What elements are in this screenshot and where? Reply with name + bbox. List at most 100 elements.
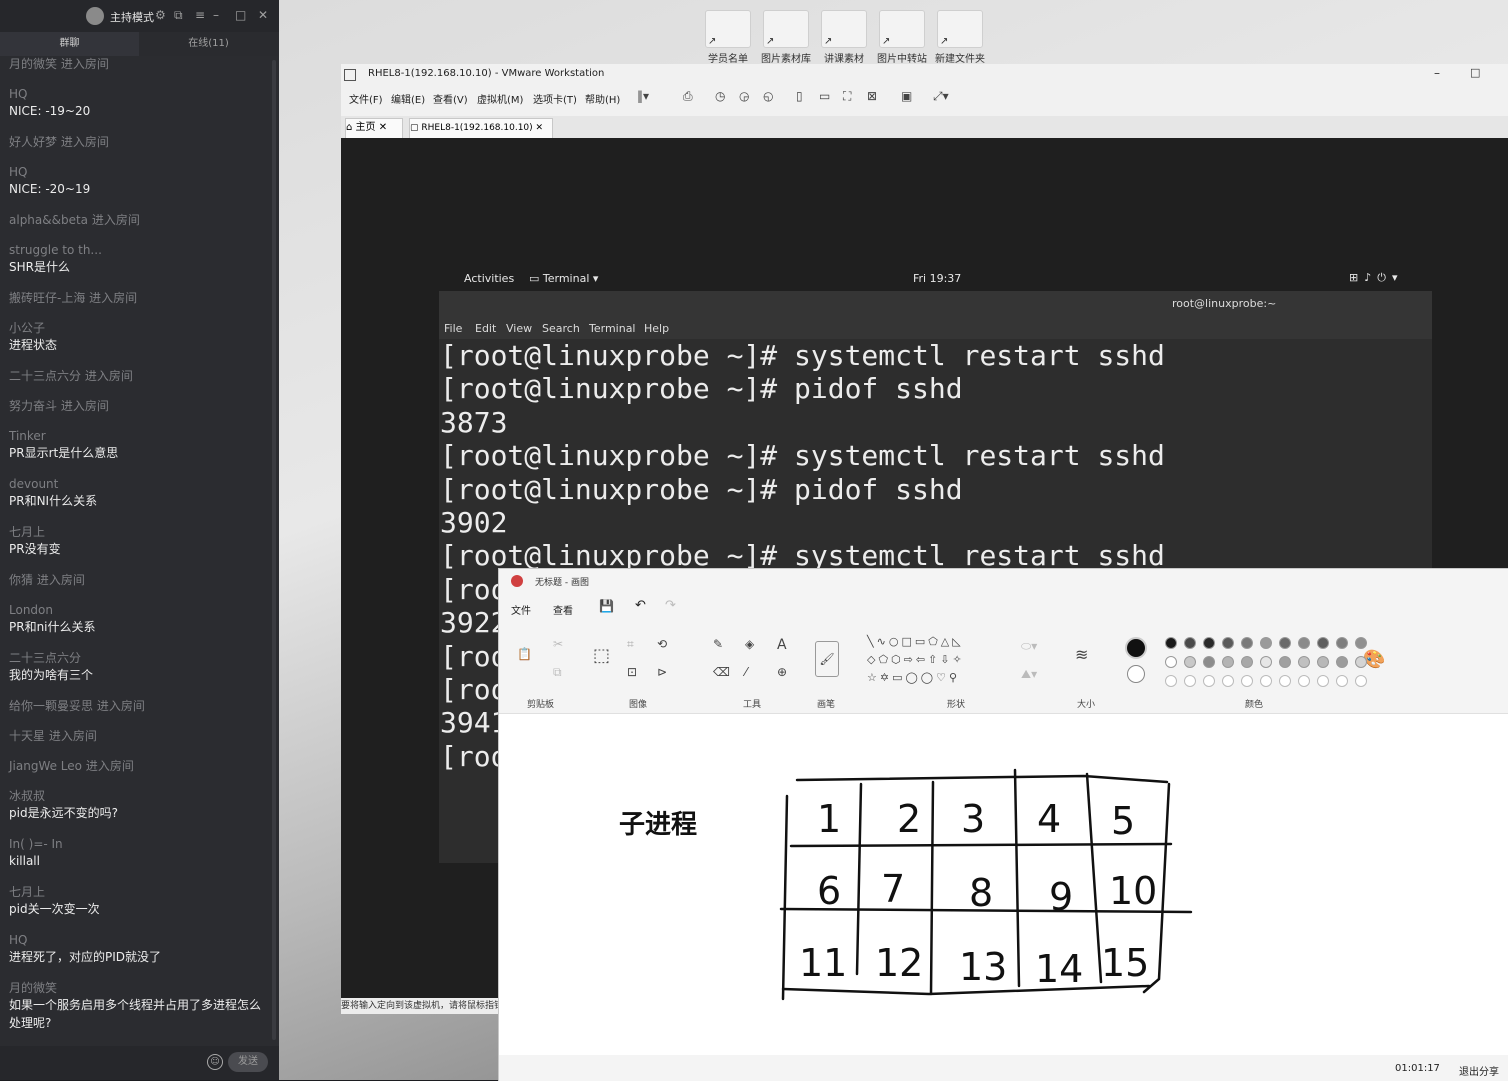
settings-icon[interactable]: ⚙ xyxy=(155,8,166,22)
pencil-icon[interactable]: ✎ xyxy=(713,637,723,651)
exit-share-button[interactable]: 退出分享 xyxy=(1459,1063,1499,1078)
color-swatch[interactable] xyxy=(1184,656,1196,668)
color-swatch[interactable] xyxy=(1203,656,1215,668)
tab-home[interactable]: ⌂ 主页 ✕ xyxy=(345,118,403,140)
close-icon[interactable]: ✕ xyxy=(533,123,544,133)
color-swatch[interactable] xyxy=(1222,656,1234,668)
chat-username[interactable]: 冰叔叔 xyxy=(9,788,264,804)
color-swatch[interactable] xyxy=(1165,675,1177,687)
shapes-row-1[interactable]: ╲∿○□▭⬠△◺ xyxy=(867,635,964,648)
thumbnail-icon[interactable]: ▭ xyxy=(819,89,830,103)
menu-file[interactable]: 文件(F) xyxy=(349,91,383,106)
color-swatch[interactable] xyxy=(1355,675,1367,687)
menu-help[interactable]: 帮助(H) xyxy=(585,91,620,106)
terminal-menu-file[interactable]: File xyxy=(444,322,462,335)
color-swatch[interactable] xyxy=(1336,637,1348,649)
paste-icon[interactable]: 📋 xyxy=(517,647,532,661)
color-swatch[interactable] xyxy=(1184,637,1196,649)
resize-icon[interactable]: ⊡ xyxy=(627,665,637,679)
text-icon[interactable]: A xyxy=(777,637,787,653)
color-swatch[interactable] xyxy=(1336,656,1348,668)
maximize-icon[interactable]: □ xyxy=(1470,66,1480,79)
desktop-icon[interactable]: 图片素材库 xyxy=(758,10,814,65)
minimize-icon[interactable]: – xyxy=(213,8,219,22)
save-icon[interactable]: 💾 xyxy=(599,599,614,613)
color-swatch[interactable] xyxy=(1165,656,1177,668)
unity-icon[interactable]: ⊠ xyxy=(867,89,877,103)
paint-menu-file[interactable]: 文件 xyxy=(511,602,531,617)
secondary-color[interactable] xyxy=(1127,665,1145,683)
menu-edit[interactable]: 编辑(E) xyxy=(391,91,425,106)
chat-username[interactable]: 七月上 xyxy=(9,884,264,900)
color-swatch[interactable] xyxy=(1317,675,1329,687)
chat-username[interactable]: In( )=- In xyxy=(9,836,264,852)
tab-group-chat[interactable]: 群聊 xyxy=(0,32,139,56)
color-swatch[interactable] xyxy=(1317,656,1329,668)
send-keys-icon[interactable]: ⎙ xyxy=(683,89,693,104)
color-swatch[interactable] xyxy=(1260,675,1272,687)
eraser-icon[interactable]: ⌫ xyxy=(713,665,730,679)
paint-menu-view[interactable]: 查看 xyxy=(553,602,573,617)
snapshot-manager-icon[interactable]: ◵ xyxy=(763,89,773,103)
undo-icon[interactable]: ↶ xyxy=(635,598,646,613)
send-button[interactable]: 发送 xyxy=(228,1052,268,1072)
color-swatch[interactable] xyxy=(1241,675,1253,687)
fill-shape-icon[interactable]: ⛰▾ xyxy=(1021,667,1037,682)
shapes-row-2[interactable]: ◇⬠⬡⇨⇦⇧⇩✧ xyxy=(867,653,965,666)
menu-icon[interactable]: ≡ xyxy=(195,8,205,22)
copy-icon[interactable]: ⧉ xyxy=(553,665,562,680)
emoji-icon[interactable]: ☺ xyxy=(207,1054,223,1070)
desktop-icon[interactable]: 学员名单 xyxy=(700,10,756,65)
color-swatch[interactable] xyxy=(1355,656,1367,668)
color-swatch[interactable] xyxy=(1203,675,1215,687)
color-swatch[interactable] xyxy=(1260,656,1272,668)
color-swatch[interactable] xyxy=(1355,637,1367,649)
color-swatch[interactable] xyxy=(1222,637,1234,649)
chat-username[interactable]: Tinker xyxy=(9,428,264,444)
chat-username[interactable]: HQ xyxy=(9,932,264,948)
color-swatch[interactable] xyxy=(1298,637,1310,649)
fullscreen-icon[interactable]: ⛶ xyxy=(843,89,851,104)
chat-message-list[interactable]: 月的微笑 进入房间 HQ NICE: -19~20 好人好梦 进入房间 HQ NICE: … xyxy=(0,56,270,1046)
stretch-icon[interactable]: ⤢▾ xyxy=(933,89,949,104)
shapes-row-3[interactable]: ☆✡▭◯◯♡⚲ xyxy=(867,671,960,684)
flip-icon[interactable]: ⊳ xyxy=(657,665,667,679)
chat-username[interactable]: 月的微笑 xyxy=(9,980,264,996)
close-icon[interactable]: ✕ xyxy=(376,122,387,133)
crop-icon[interactable]: ⌗ xyxy=(627,637,634,652)
chat-username[interactable]: 小公子 xyxy=(9,320,264,336)
desktop-icon[interactable]: 讲课素材 xyxy=(816,10,872,65)
color-swatch[interactable] xyxy=(1279,637,1291,649)
color-swatch[interactable] xyxy=(1165,637,1177,649)
magnifier-icon[interactable]: ⊕ xyxy=(777,665,787,679)
chat-username[interactable]: HQ xyxy=(9,86,264,102)
color-swatch[interactable] xyxy=(1279,656,1291,668)
color-swatch[interactable] xyxy=(1298,656,1310,668)
minimize-icon[interactable]: – xyxy=(1434,66,1440,80)
chat-username[interactable]: struggle to th... xyxy=(9,242,264,258)
menu-view[interactable]: 查看(V) xyxy=(433,91,468,106)
terminal-menu-edit[interactable]: Edit xyxy=(475,322,496,335)
cut-icon[interactable]: ✂ xyxy=(553,637,563,651)
console-icon[interactable]: ▣ xyxy=(901,89,912,103)
chat-username[interactable]: HQ xyxy=(9,164,264,180)
menu-tabs[interactable]: 选项卡(T) xyxy=(533,91,577,106)
app-menu[interactable]: ▭ Terminal ▾ xyxy=(529,272,598,285)
pause-icon[interactable]: ‖▾ xyxy=(637,89,649,103)
terminal-menu-search[interactable]: Search xyxy=(542,322,580,335)
chat-username[interactable]: 七月上 xyxy=(9,524,264,540)
close-icon[interactable]: ✕ xyxy=(258,8,268,22)
terminal-menu-terminal[interactable]: Terminal xyxy=(589,322,636,335)
revert-snapshot-icon[interactable]: ◶ xyxy=(739,89,749,103)
fill-icon[interactable]: ◈ xyxy=(745,637,754,651)
sidebar-icon[interactable]: ▯ xyxy=(796,89,803,103)
desktop-icon[interactable]: 新建文件夹 xyxy=(932,10,988,65)
color-swatch[interactable] xyxy=(1222,675,1234,687)
size-icon[interactable]: ≋ xyxy=(1075,645,1088,664)
clock[interactable]: Fri 19:37 xyxy=(913,272,961,285)
outline-icon[interactable]: ⬭▾ xyxy=(1021,639,1037,654)
paint-canvas[interactable]: 子进程 1 2 3 4 5 6 7 8 9 10 11 12 13 14 15 xyxy=(499,714,1508,1054)
tab-vm[interactable]: ▢ RHEL8-1(192.168.10.10) ✕ xyxy=(409,118,553,140)
chat-username[interactable]: London xyxy=(9,602,264,618)
popout-icon[interactable]: ⧉ xyxy=(174,8,183,23)
